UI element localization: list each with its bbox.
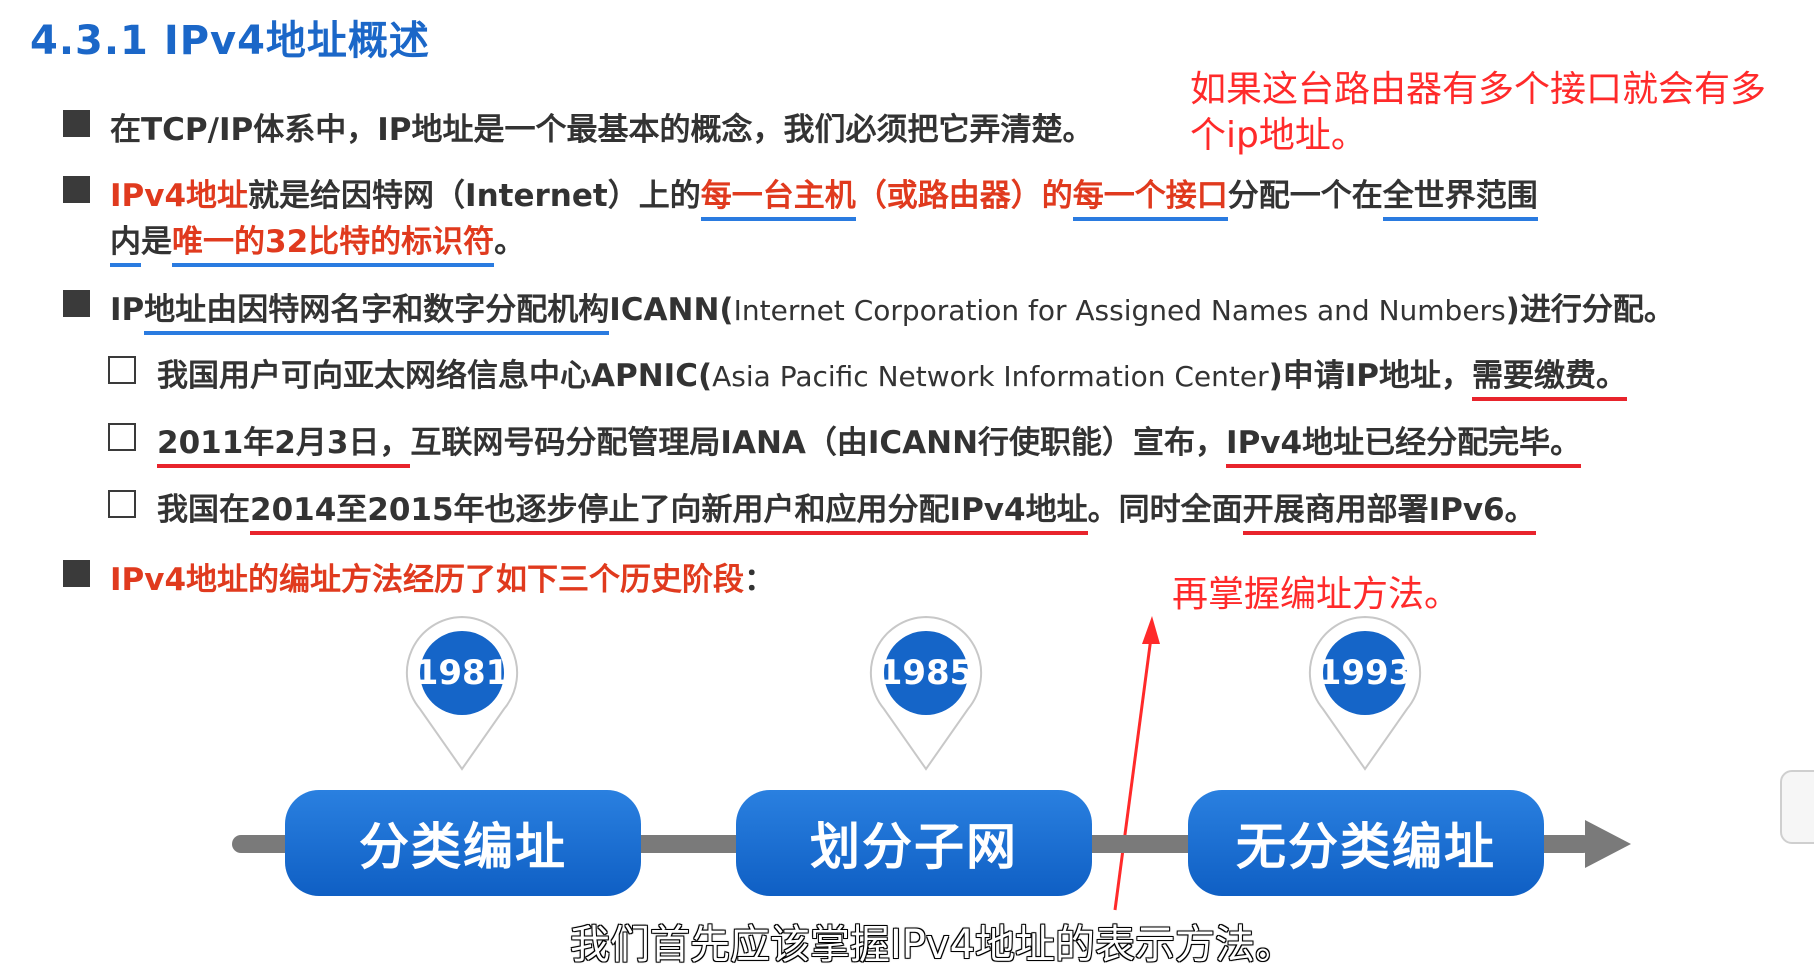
timeline-pin-1993: 1993 (1305, 613, 1425, 773)
annotation-note-middle: 再掌握编址方法。 (1172, 574, 1461, 615)
term-ipv4-address: IPv4地址 (110, 178, 249, 214)
video-subtitle: 我们首先应该掌握IPv4地址的表示方法。 (569, 921, 1296, 969)
timeline-arrow-icon (1585, 820, 1631, 868)
year-badge: 1981 (415, 631, 509, 715)
bullet-square-icon (63, 110, 90, 137)
annotation-note-line1: 如果这台路由器有多个接口就会有多 (1190, 69, 1767, 110)
sub-bullet-3-text: 我国在2014至2015年也逐步停止了向新用户和应用分配IPv4地址。同时全面开… (157, 484, 1536, 535)
sub-bullet-1-text: 我国用户可向亚太网络信息中心APNIC(Asia Pacific Network… (157, 350, 1628, 401)
bullet-2-line1: IPv4地址就是给因特网（Internet）上的每一台主机（或路由器）的每一个接… (110, 170, 1538, 221)
bullet-square-icon (63, 176, 90, 203)
phase-subnetting: 划分子网 (736, 790, 1092, 896)
timeline-pin-1985: 1985 (866, 613, 986, 773)
page-title: 4.3.1 IPv4地址概述 (30, 18, 430, 64)
sub-bullet-2-text: 2011年2月3日，互联网号码分配管理局IANA（由ICANN行使职能）宣布，I… (157, 417, 1582, 468)
annotation-arrow-icon (1113, 616, 1160, 911)
phase-classful-addressing: 分类编址 (285, 790, 641, 896)
year-badge: 1993 (1318, 631, 1412, 715)
bullet-3-text: IP地址由因特网名字和数字分配机构ICANN(Internet Corporat… (110, 284, 1675, 335)
bullet-2-line2: 内是唯一的32比特的标识符。 (110, 216, 525, 267)
sub-bullet-checkbox-icon (108, 423, 136, 451)
side-panel-handle-icon[interactable] (1780, 770, 1814, 844)
phase-classless-addressing: 无分类编址 (1188, 790, 1544, 896)
sub-bullet-checkbox-icon (108, 490, 136, 518)
bullet-square-icon (63, 560, 90, 587)
bullet-4-text: IPv4地址的编址方法经历了如下三个历史阶段： (110, 562, 776, 598)
bullet-square-icon (63, 290, 90, 317)
timeline-pin-1981: 1981 (402, 613, 522, 773)
year-badge: 1985 (879, 631, 973, 715)
annotation-note-line2: 个ip地址。 (1190, 115, 1367, 156)
bullet-1-text: 在TCP/IP体系中，IP地址是一个最基本的概念，我们必须把它弄清楚。 (110, 112, 1094, 148)
sub-bullet-checkbox-icon (108, 356, 136, 384)
